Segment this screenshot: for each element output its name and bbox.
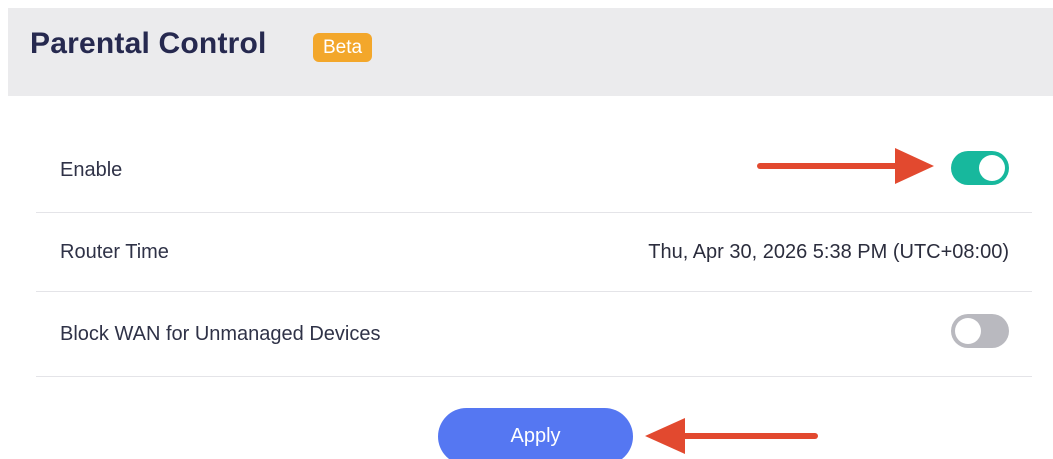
toggle-knob [955, 318, 981, 344]
toggle-knob [979, 155, 1005, 181]
page-title: Parental Control [30, 27, 267, 60]
arrow-to-apply-button [645, 418, 818, 454]
beta-badge: Beta [313, 33, 373, 62]
setting-row-enable: Enable [36, 128, 1032, 213]
setting-label-block-wan: Block WAN for Unmanaged Devices [60, 323, 381, 345]
setting-label-router-time: Router Time [60, 241, 169, 263]
page-header: Parental Control Beta [8, 8, 1053, 96]
apply-button[interactable]: Apply [438, 408, 633, 459]
parental-control-panel: Parental Control Beta Enable Router Time… [0, 0, 1053, 459]
enable-toggle[interactable] [951, 151, 1009, 185]
block-wan-toggle[interactable] [951, 314, 1009, 348]
router-time-value: Thu, Apr 30, 2026 5:38 PM (UTC+08:00) [648, 241, 1009, 263]
setting-row-block-wan: Block WAN for Unmanaged Devices [36, 292, 1032, 377]
setting-row-router-time: Router Time Thu, Apr 30, 2026 5:38 PM (U… [36, 213, 1032, 292]
setting-label-enable: Enable [60, 159, 123, 181]
